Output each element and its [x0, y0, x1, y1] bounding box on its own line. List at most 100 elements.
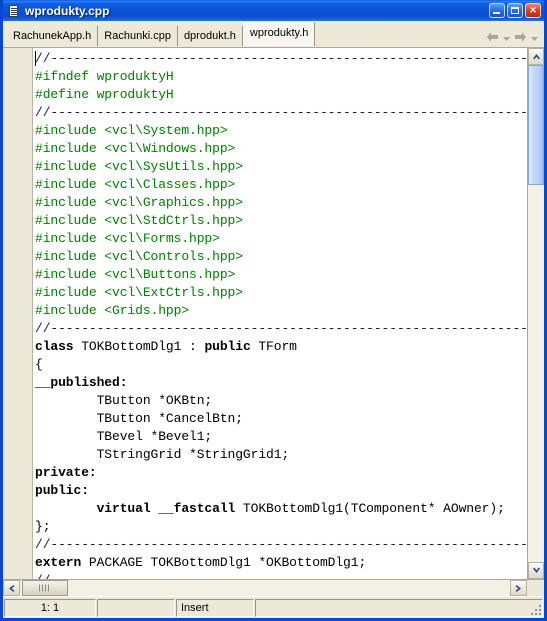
code-token: #include <vcl\ExtCtrls.hpp> [35, 285, 243, 300]
code-token: #include <vcl\Buttons.hpp> [35, 267, 236, 282]
document-icon [7, 4, 21, 18]
code-line: TBevel *Bevel1; [35, 428, 527, 446]
close-icon: ✕ [529, 5, 537, 15]
tab-back-dropdown-icon[interactable] [502, 31, 511, 43]
modified-panel [97, 599, 175, 617]
resize-grip-icon[interactable] [529, 603, 541, 615]
code-line: virtual __fastcall TOKBottomDlg1(TCompon… [35, 500, 527, 518]
scrollbar-corner [527, 580, 544, 596]
code-line: #include <vcl\StdCtrls.hpp> [35, 212, 527, 230]
code-token: public [204, 339, 251, 354]
editor-gutter [3, 48, 33, 579]
code-token: #define wproduktyH [35, 87, 174, 102]
code-token: #include <vcl\Controls.hpp> [35, 249, 243, 264]
tab-bar: RachunekApp.h Rachunki.cpp dprodukt.h wp… [3, 21, 544, 47]
code-token: //--------------------------------------… [35, 105, 527, 120]
code-token: #include <vcl\System.hpp> [35, 123, 228, 138]
code-line: //--------------------------------------… [35, 572, 527, 579]
vertical-scroll-thumb[interactable] [528, 65, 544, 185]
code-token: }; [35, 519, 51, 534]
scroll-left-button[interactable] [3, 580, 20, 596]
code-line: #include <vcl\Buttons.hpp> [35, 266, 527, 284]
horizontal-scroll-track[interactable] [20, 580, 510, 596]
insert-mode-panel: Insert [176, 599, 254, 617]
code-token: #include <vcl\SysUtils.hpp> [35, 159, 243, 174]
code-line: #include <vcl\Classes.hpp> [35, 176, 527, 194]
minimize-button[interactable] [489, 3, 505, 18]
vertical-scroll-track[interactable] [528, 65, 544, 562]
code-token: #include <vcl\Classes.hpp> [35, 177, 236, 192]
code-editor[interactable]: //--------------------------------------… [3, 48, 527, 579]
code-token: private: [35, 465, 97, 480]
code-token: TButton *CancelBtn; [35, 411, 243, 426]
code-token: #include <Grids.hpp> [35, 303, 190, 318]
code-token: extern [35, 555, 82, 570]
code-token: TForm [250, 339, 297, 354]
code-token: { [35, 357, 43, 372]
code-line: #define wproduktyH [35, 86, 527, 104]
close-button[interactable]: ✕ [525, 3, 541, 18]
tab-rachunki-cpp[interactable]: Rachunki.cpp [98, 26, 178, 46]
code-token: public: [35, 483, 89, 498]
code-line: #include <vcl\SysUtils.hpp> [35, 158, 527, 176]
scroll-up-button[interactable] [528, 48, 544, 65]
tab-wprodukty-h[interactable]: wprodukty.h [242, 22, 316, 46]
code-token: TBevel *Bevel1; [35, 429, 213, 444]
cursor-position-panel: 1: 1 [4, 599, 96, 617]
scroll-thumb-grip-icon [39, 584, 51, 592]
code-line: __published: [35, 374, 527, 392]
code-token: TButton *OKBtn; [35, 393, 213, 408]
tab-list: RachunekApp.h Rachunki.cpp dprodukt.h wp… [7, 21, 480, 46]
tab-back-arrow-icon[interactable] [486, 31, 499, 43]
code-line: #include <vcl\Forms.hpp> [35, 230, 527, 248]
code-token: PACKAGE TOKBottomDlg1 *OKBottomDlg1; [81, 555, 367, 570]
tab-dprodukt-h[interactable]: dprodukt.h [177, 26, 243, 46]
code-token: virtual __fastcall [35, 501, 236, 516]
status-bar: 1: 1 Insert [3, 596, 544, 618]
code-line: #include <vcl\Graphics.hpp> [35, 194, 527, 212]
code-line: public: [35, 482, 527, 500]
scroll-down-button[interactable] [528, 562, 544, 579]
code-line: #include <Grids.hpp> [35, 302, 527, 320]
code-line: //--------------------------------------… [35, 104, 527, 122]
code-line: #include <vcl\ExtCtrls.hpp> [35, 284, 527, 302]
tab-forward-arrow-icon[interactable] [514, 31, 527, 43]
code-line: TButton *CancelBtn; [35, 410, 527, 428]
vertical-scrollbar[interactable] [527, 48, 544, 579]
code-token: TStringGrid *StringGrid1; [35, 447, 290, 462]
code-token: //--------------------------------------… [35, 321, 527, 336]
code-line: //--------------------------------------… [35, 320, 527, 338]
code-token: TOKBottomDlg1 : [73, 339, 205, 354]
scroll-right-button[interactable] [510, 580, 527, 596]
code-line: //--------------------------------------… [35, 50, 527, 68]
code-line: class TOKBottomDlg1 : public TForm [35, 338, 527, 356]
code-token: //--------------------------------------… [35, 573, 527, 579]
window-title: wprodukty.cpp [25, 3, 110, 18]
text-caret [35, 51, 36, 66]
tab-forward-dropdown-icon[interactable] [530, 31, 539, 43]
editor-row: //--------------------------------------… [3, 48, 544, 579]
code-line: TButton *OKBtn; [35, 392, 527, 410]
code-token: #ifndef wproduktyH [35, 69, 174, 84]
code-line: #include <vcl\Windows.hpp> [35, 140, 527, 158]
code-token: //--------------------------------------… [35, 537, 527, 552]
title-bar[interactable]: wprodukty.cpp ✕ [3, 0, 544, 21]
code-text[interactable]: //--------------------------------------… [33, 48, 527, 579]
code-line: TStringGrid *StringGrid1; [35, 446, 527, 464]
code-line: #ifndef wproduktyH [35, 68, 527, 86]
maximize-button[interactable] [507, 3, 523, 18]
code-token: class [35, 339, 74, 354]
code-token: TOKBottomDlg1(TComponent* AOwner); [235, 501, 505, 516]
code-line: private: [35, 464, 527, 482]
code-token: #include <vcl\Windows.hpp> [35, 141, 236, 156]
code-token: __published: [35, 375, 128, 390]
horizontal-scrollbar[interactable] [3, 579, 544, 596]
code-token: #include <vcl\StdCtrls.hpp> [35, 213, 243, 228]
code-line: #include <vcl\Controls.hpp> [35, 248, 527, 266]
code-token: //--------------------------------------… [35, 51, 527, 66]
editor-window: wprodukty.cpp ✕ RachunekApp.h Rachunki.c… [0, 0, 547, 621]
code-line: extern PACKAGE TOKBottomDlg1 *OKBottomDl… [35, 554, 527, 572]
horizontal-scroll-thumb[interactable] [22, 580, 68, 596]
tab-rachunekapp-h[interactable]: RachunekApp.h [7, 26, 99, 46]
caption-button-group: ✕ [489, 3, 542, 18]
